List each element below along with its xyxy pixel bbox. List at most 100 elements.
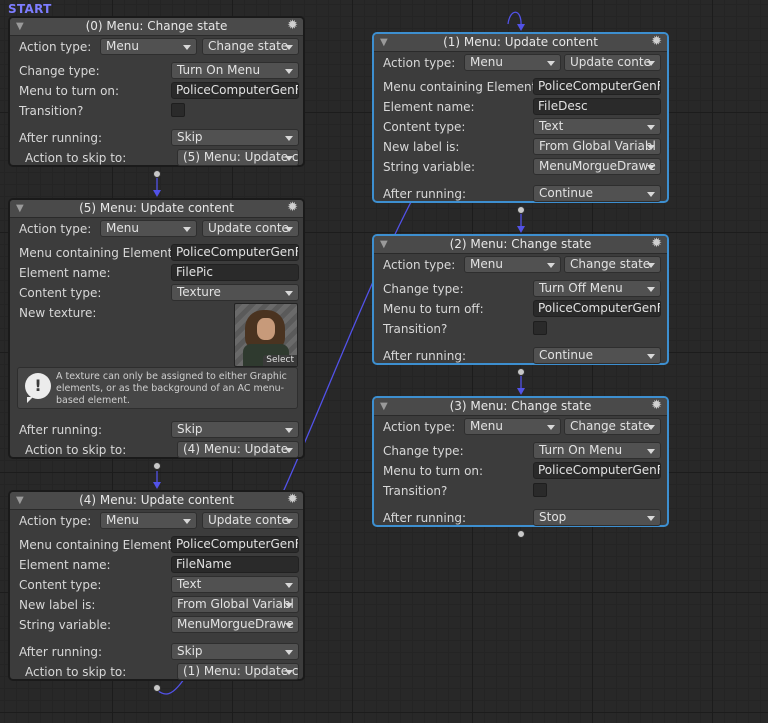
after-running-dropdown[interactable]: Continue [533, 347, 661, 364]
after-running-label: After running: [19, 645, 102, 659]
gear-icon[interactable]: ✹ [287, 199, 298, 216]
menu-containing-element-label: Menu containing Element: [383, 80, 541, 94]
transition-checkbox[interactable] [533, 483, 547, 497]
collapse-triangle-icon[interactable]: ▼ [380, 398, 388, 415]
node-title: (1) Menu: Update content [443, 35, 598, 49]
output-port[interactable] [517, 206, 525, 214]
action-category-dropdown[interactable]: Menu [100, 220, 197, 237]
string-variable-label: String variable: [19, 618, 112, 632]
node-header[interactable]: ▼ (2) Menu: Change state ✹ [374, 236, 667, 254]
action-type-dropdown[interactable]: Update conte [202, 220, 299, 237]
new-label-is-label: New label is: [19, 598, 96, 612]
element-name-field[interactable]: FileDesc [533, 98, 661, 115]
menu-name-field[interactable]: PoliceComputerGenFi [533, 300, 661, 317]
menu-name-field[interactable]: PoliceComputerGenFi [533, 462, 661, 479]
menu-name-field[interactable]: PoliceComputerGenFi [171, 536, 299, 553]
gear-icon[interactable]: ✹ [287, 17, 298, 34]
node-title: (3) Menu: Change state [449, 399, 592, 413]
menu-to-turn-on-label: Menu to turn on: [19, 84, 120, 98]
transition-label: Transition? [383, 322, 448, 336]
after-running-label: After running: [383, 349, 466, 363]
node-header[interactable]: ▼ (4) Menu: Update content ✹ [10, 492, 303, 510]
action-type-label: Action type: [19, 514, 92, 528]
label-source-dropdown[interactable]: From Global Variabl [171, 596, 299, 613]
skip-to-dropdown[interactable]: (5) Menu: Update c [177, 149, 299, 166]
action-node-3-change-state[interactable]: ▼ (3) Menu: Change state ✹ Action type: … [372, 396, 669, 527]
node-title: (5) Menu: Update content [79, 201, 234, 215]
action-node-0-change-state[interactable]: ▼ (0) Menu: Change state ✹ Action type: … [8, 16, 305, 167]
action-node-2-change-state[interactable]: ▼ (2) Menu: Change state ✹ Action type: … [372, 234, 669, 365]
content-type-label: Content type: [19, 286, 102, 300]
content-type-dropdown[interactable]: Text [533, 118, 661, 135]
output-port[interactable] [153, 462, 161, 470]
action-node-1-update-content[interactable]: ▼ (1) Menu: Update content ✹ Action type… [372, 32, 669, 203]
after-running-label: After running: [19, 423, 102, 437]
gear-icon[interactable]: ✹ [651, 235, 662, 252]
after-running-dropdown[interactable]: Skip [171, 129, 299, 146]
after-running-dropdown[interactable]: Stop [533, 509, 661, 526]
gear-icon[interactable]: ✹ [651, 33, 662, 50]
label-source-dropdown[interactable]: From Global Variabl [533, 138, 661, 155]
string-variable-dropdown[interactable]: MenuMorgueDrawe [533, 158, 661, 175]
action-type-label: Action type: [383, 420, 456, 434]
action-type-dropdown[interactable]: Update conte [202, 512, 299, 529]
gear-icon[interactable]: ✹ [287, 491, 298, 508]
output-port[interactable] [153, 684, 161, 692]
output-port[interactable] [517, 368, 525, 376]
gear-icon[interactable]: ✹ [651, 397, 662, 414]
select-texture-button[interactable]: Select [263, 355, 297, 366]
skip-to-dropdown[interactable]: (1) Menu: Update c [177, 663, 299, 680]
skip-to-dropdown[interactable]: (4) Menu: Update [177, 441, 299, 458]
action-category-dropdown[interactable]: Menu [464, 256, 561, 273]
output-port[interactable] [517, 530, 525, 538]
menu-containing-element-label: Menu containing Element: [19, 538, 177, 552]
action-type-dropdown[interactable]: Update conte [564, 54, 661, 71]
content-type-dropdown[interactable]: Texture [171, 284, 299, 301]
action-type-dropdown[interactable]: Change state [564, 418, 661, 435]
node-header[interactable]: ▼ (5) Menu: Update content ✹ [10, 200, 303, 218]
menu-name-field[interactable]: PoliceComputerGenFi [171, 82, 299, 99]
action-type-dropdown[interactable]: Change state [202, 38, 299, 55]
action-category-dropdown[interactable]: Menu [464, 418, 561, 435]
action-category-dropdown[interactable]: Menu [464, 54, 561, 71]
transition-checkbox[interactable] [533, 321, 547, 335]
content-type-dropdown[interactable]: Text [171, 576, 299, 593]
action-type-dropdown[interactable]: Change state [564, 256, 661, 273]
node-title: (2) Menu: Change state [449, 237, 592, 251]
node-header[interactable]: ▼ (1) Menu: Update content ✹ [374, 34, 667, 52]
node-header[interactable]: ▼ (0) Menu: Change state ✹ [10, 18, 303, 36]
action-category-dropdown[interactable]: Menu [100, 38, 197, 55]
menu-name-field[interactable]: PoliceComputerGenFi [171, 244, 299, 261]
after-running-dropdown[interactable]: Continue [533, 185, 661, 202]
output-port[interactable] [153, 170, 161, 178]
node-header[interactable]: ▼ (3) Menu: Change state ✹ [374, 398, 667, 416]
collapse-triangle-icon[interactable]: ▼ [16, 492, 24, 509]
transition-checkbox[interactable] [171, 103, 185, 117]
action-category-dropdown[interactable]: Menu [100, 512, 197, 529]
string-variable-dropdown[interactable]: MenuMorgueDrawe [171, 616, 299, 633]
content-type-label: Content type: [383, 120, 466, 134]
collapse-triangle-icon[interactable]: ▼ [380, 34, 388, 51]
collapse-triangle-icon[interactable]: ▼ [16, 18, 24, 35]
change-type-dropdown[interactable]: Turn Off Menu [533, 280, 661, 297]
change-type-dropdown[interactable]: Turn On Menu [533, 442, 661, 459]
collapse-triangle-icon[interactable]: ▼ [16, 200, 24, 217]
change-type-label: Change type: [383, 444, 464, 458]
string-variable-label: String variable: [383, 160, 476, 174]
action-to-skip-to-label: Action to skip to: [25, 443, 127, 457]
after-running-dropdown[interactable]: Skip [171, 421, 299, 438]
menu-name-field[interactable]: PoliceComputerGenFi [533, 78, 661, 95]
element-name-field[interactable]: FilePic [171, 264, 299, 281]
element-name-label: Element name: [19, 558, 111, 572]
element-name-field[interactable]: FileName [171, 556, 299, 573]
change-type-dropdown[interactable]: Turn On Menu [171, 62, 299, 79]
change-type-label: Change type: [383, 282, 464, 296]
action-node-4-update-content[interactable]: ▼ (4) Menu: Update content ✹ Action type… [8, 490, 305, 681]
transition-label: Transition? [383, 484, 448, 498]
collapse-triangle-icon[interactable]: ▼ [380, 236, 388, 253]
after-running-dropdown[interactable]: Skip [171, 643, 299, 660]
action-node-5-update-content[interactable]: ▼ (5) Menu: Update content ✹ Action type… [8, 198, 305, 459]
action-type-label: Action type: [383, 258, 456, 272]
new-texture-label: New texture: [19, 306, 97, 320]
texture-thumbnail[interactable]: Select [234, 303, 298, 367]
